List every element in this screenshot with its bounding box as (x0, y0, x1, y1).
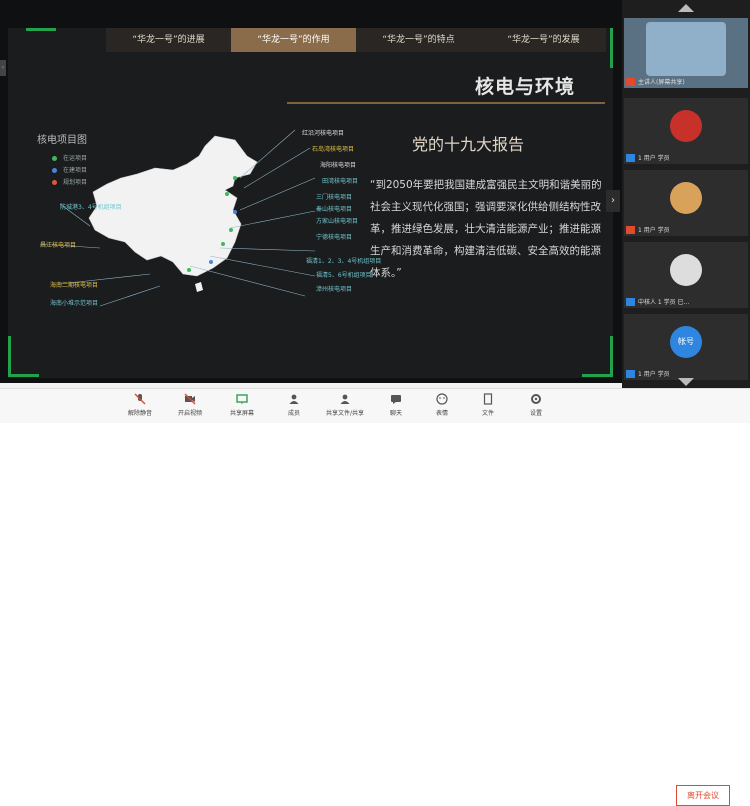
participant-name: 1 用户 学员 (638, 226, 670, 234)
corner-bottom-left (8, 336, 39, 377)
participant-tile[interactable]: 帐号 1 用户 学员 (624, 314, 748, 380)
participant-tile[interactable]: 主讲人(屏幕共享) (624, 18, 748, 88)
camera-off-icon (184, 393, 196, 405)
project-label: 三门核电项目 (316, 194, 353, 201)
share-file-button[interactable]: 共享文件/共享 (322, 393, 368, 417)
user-icon (626, 370, 635, 378)
mute-button[interactable]: 解除静音 (120, 393, 160, 417)
participant-name: 主讲人(屏幕共享) (638, 78, 685, 86)
project-label: 田湾核电项目 (322, 178, 359, 185)
slide-tab-3: “华龙一号”的特点 (382, 35, 455, 45)
microphone-muted-icon (134, 393, 146, 405)
slide-tabs: “华龙一号”的进展 “华龙一号”的作用 “华龙一号”的特点 “华龙一号”的发展 (106, 28, 606, 52)
mic-muted-icon (626, 78, 635, 86)
mic-muted-icon (626, 226, 635, 234)
slide-tab-2: “华龙一号”的作用 (231, 28, 356, 52)
people-icon (289, 394, 299, 404)
shared-screen: ‹ “华龙一号”的进展 “华龙一号”的作用 “华龙一号”的特点 “华龙一号”的发… (0, 0, 622, 383)
participant-tile[interactable]: 1 用户 学员 (624, 170, 748, 236)
avatar (670, 254, 702, 286)
title-rule (287, 102, 605, 104)
scroll-up-icon[interactable] (678, 4, 694, 12)
report-title: 党的十九大报告 (412, 135, 525, 154)
map-leader-lines (39, 129, 316, 307)
slide-tab-1: “华龙一号”的进展 (132, 35, 205, 45)
side-handle[interactable]: ‹ (0, 60, 6, 76)
project-label: 福清5、6号机组项目 (316, 272, 372, 279)
chat-button[interactable]: 聊天 (376, 393, 416, 417)
user-icon (626, 298, 635, 306)
document-icon (483, 393, 493, 405)
project-label: 海南二期核电项目 (50, 282, 99, 289)
emoji-button[interactable]: 表情 (422, 393, 462, 417)
members-button[interactable]: 成员 (274, 393, 314, 417)
leave-meeting-button[interactable]: 离开会议 (676, 785, 730, 806)
project-label: 昌江核电项目 (40, 242, 77, 249)
avatar (670, 182, 702, 214)
participant-tile[interactable]: 1 用户 学员 (624, 98, 748, 164)
file-button[interactable]: 文件 (468, 393, 508, 417)
project-label: 秦山核电项目 (316, 206, 353, 213)
share-screen-button[interactable]: 共享屏幕 (222, 393, 262, 417)
participant-name: 1 用户 学员 (638, 154, 670, 162)
project-label: 海南小堆示范项目 (50, 300, 99, 307)
project-label: 防城港3、4号机组项目 (60, 204, 122, 211)
participant-name: 中核人 1 学员 已... (638, 298, 690, 306)
video-button[interactable]: 开启视频 (170, 393, 210, 417)
slide-tab-4: “华龙一号”的发展 (507, 35, 580, 45)
meeting-toolbar: 解除静音 开启视频 共享屏幕 成员 共享文件/共享 聊天 表情 文件 设置 离开… (0, 388, 750, 806)
project-label: 漳州核电项目 (316, 286, 353, 293)
share-icon (340, 394, 350, 404)
user-icon (626, 154, 635, 162)
participant-sidebar: 主讲人(屏幕共享) 1 用户 学员 1 用户 学员 中核人 1 学员 已... … (622, 0, 750, 388)
report-quote: “到2050年要把我国建成富强民主文明和谐美丽的社会主义现代化强国；强调要深化供… (370, 179, 602, 279)
avatar (670, 110, 702, 142)
scroll-down-icon[interactable] (678, 378, 694, 386)
slide-title: 核电与环境 (475, 76, 576, 98)
participant-tile[interactable]: 中核人 1 学员 已... (624, 242, 748, 308)
next-page-button[interactable]: › (606, 190, 620, 212)
project-label: 红沿河核电项目 (302, 130, 345, 137)
gear-icon (531, 394, 541, 404)
project-label: 方家山核电项目 (316, 218, 359, 225)
presenter-video (646, 22, 726, 76)
chat-icon (391, 395, 401, 404)
project-label: 海阳核电项目 (320, 162, 357, 169)
screen-share-icon (236, 394, 248, 404)
project-label: 石岛湾核电项目 (312, 146, 355, 153)
avatar: 帐号 (670, 326, 702, 358)
settings-button[interactable]: 设置 (516, 393, 556, 417)
smiley-icon (436, 393, 448, 405)
meeting-app: ‹ “华龙一号”的进展 “华龙一号”的作用 “华龙一号”的特点 “华龙一号”的发… (0, 0, 750, 806)
project-label: 宁德核电项目 (316, 234, 353, 241)
participant-name: 1 用户 学员 (638, 370, 670, 378)
corner-bottom-right (582, 336, 613, 377)
corner-top-left (26, 28, 56, 59)
